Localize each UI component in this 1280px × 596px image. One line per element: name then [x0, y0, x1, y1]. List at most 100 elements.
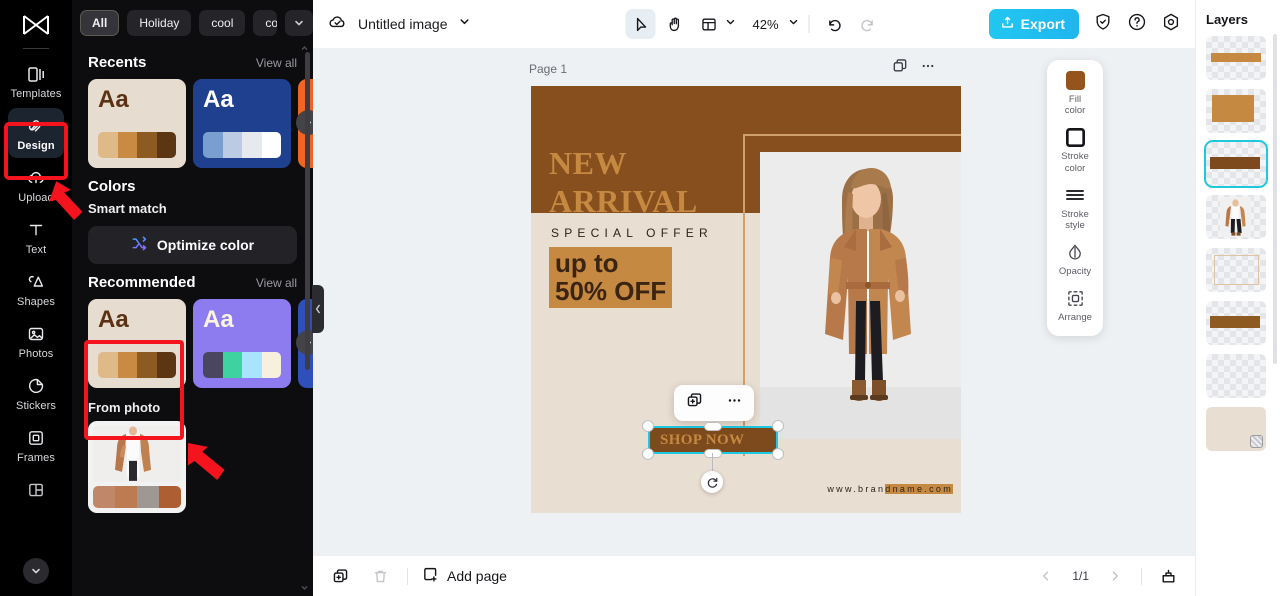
- left-rail: Templates Design Upload Text Shapes Phot…: [0, 0, 72, 596]
- main-area: Untitled image 42% Export Page 1 NEW ARR…: [313, 0, 1195, 596]
- photos-icon: [25, 323, 47, 345]
- chip-cool[interactable]: cool: [199, 10, 246, 36]
- resize-handle-tl[interactable]: [642, 420, 654, 432]
- sidebar-item-photos[interactable]: Photos: [8, 316, 64, 366]
- top-toolbar: Untitled image 42% Export: [313, 0, 1195, 48]
- tool-layout-group[interactable]: [694, 9, 737, 39]
- chip-holiday[interactable]: Holiday: [127, 10, 192, 36]
- sidebar-item-stickers[interactable]: Stickers: [8, 368, 64, 418]
- sidebar-item-frames[interactable]: Frames: [8, 420, 64, 470]
- layer-item[interactable]: [1206, 89, 1266, 133]
- recents-view-all[interactable]: View all: [256, 56, 297, 70]
- redo-button[interactable]: [853, 9, 883, 39]
- stroke-style-control[interactable]: Stroke style: [1049, 185, 1101, 231]
- layer-item[interactable]: [1206, 354, 1266, 398]
- sidebar-item-templates[interactable]: Templates: [8, 56, 64, 106]
- recommended-header: Recommended View all: [72, 264, 313, 299]
- more-horizontal-icon[interactable]: [726, 392, 743, 414]
- chevron-down-icon[interactable]: [725, 15, 737, 33]
- design-icon: [25, 115, 47, 137]
- resize-handle-bl[interactable]: [642, 448, 654, 460]
- optimize-color-button[interactable]: Optimize color: [88, 226, 297, 264]
- next-page-button[interactable]: [1102, 563, 1128, 589]
- sidebar-item-upload[interactable]: Upload: [8, 160, 64, 210]
- zoom-control[interactable]: 42%: [751, 15, 800, 33]
- export-button[interactable]: Export: [988, 9, 1079, 39]
- rotate-handle[interactable]: [701, 471, 723, 493]
- panel-collapse-handle[interactable]: [312, 285, 324, 333]
- chevron-down-icon[interactable]: [788, 15, 800, 33]
- design-headline: NEW ARRIVAL: [549, 145, 698, 221]
- toolbar-divider: [808, 15, 810, 33]
- chevron-down-icon[interactable]: [458, 15, 471, 33]
- topbar-left: Untitled image: [327, 11, 471, 37]
- capcut-logo-icon[interactable]: [16, 10, 56, 40]
- layer-item[interactable]: [1206, 248, 1266, 292]
- palette-swatch-strip: [98, 352, 176, 378]
- palette-card[interactable]: Aa: [88, 299, 186, 388]
- topbar-tools: 42%: [625, 9, 883, 39]
- document-title[interactable]: Untitled image: [358, 16, 448, 32]
- sidebar-item-label: Upload: [18, 192, 54, 204]
- palette-card[interactable]: Aa: [193, 299, 291, 388]
- from-photo-title: From photo: [88, 400, 161, 415]
- design-model-photo[interactable]: [760, 152, 961, 439]
- stroke-style-label-line1: Stroke: [1061, 208, 1089, 220]
- recommended-row: Aa Aa: [88, 299, 313, 388]
- add-page-label: Add page: [447, 568, 507, 584]
- cloud-saved-icon[interactable]: [327, 11, 348, 37]
- fill-color-control[interactable]: Fill color: [1049, 70, 1101, 116]
- resize-handle-tr[interactable]: [772, 420, 784, 432]
- text-icon: [25, 219, 47, 241]
- tool-select-button[interactable]: [625, 9, 656, 39]
- sidebar-item-more-tool[interactable]: [8, 472, 64, 507]
- shield-check-icon[interactable]: [1093, 12, 1113, 37]
- arrange-control[interactable]: Arrange: [1049, 288, 1101, 323]
- resize-handle-bottom[interactable]: [704, 449, 722, 458]
- tool-layout-button[interactable]: [694, 9, 724, 39]
- stroke-color-label-line2: color: [1064, 162, 1086, 174]
- bottom-divider: [407, 567, 408, 585]
- settings-gear-icon[interactable]: [1161, 12, 1181, 37]
- design-discount-badge: up to 50% OFF: [549, 247, 673, 309]
- palette-card[interactable]: Aa: [193, 79, 291, 168]
- layer-item-selected[interactable]: [1204, 140, 1268, 188]
- recommended-view-all[interactable]: View all: [256, 276, 297, 290]
- fill-color-icon: [1065, 70, 1085, 90]
- rail-divider: [23, 48, 49, 49]
- palette-card[interactable]: Aa: [88, 79, 186, 168]
- selected-element-shop-now[interactable]: SHOP NOW: [642, 385, 784, 493]
- opacity-control[interactable]: Opacity: [1049, 242, 1101, 277]
- filter-chip-bar: All Holiday cool con: [72, 0, 313, 44]
- rail-expand-button[interactable]: [23, 558, 49, 584]
- panel-scrollbar[interactable]: [305, 52, 310, 370]
- chips-expand-button[interactable]: [285, 10, 313, 36]
- sidebar-item-design[interactable]: Design: [8, 108, 64, 158]
- colors-title: Colors: [88, 178, 136, 195]
- chip-con[interactable]: con: [253, 10, 277, 36]
- layer-item[interactable]: [1206, 195, 1266, 239]
- more-horizontal-icon[interactable]: [920, 58, 936, 79]
- from-photo-card[interactable]: [88, 421, 186, 513]
- layer-item[interactable]: [1206, 36, 1266, 80]
- layer-item[interactable]: [1206, 301, 1266, 345]
- stroke-color-control[interactable]: Stroke color: [1049, 127, 1101, 174]
- duplicate-icon[interactable]: [686, 392, 703, 414]
- sidebar-item-shapes[interactable]: Shapes: [8, 264, 64, 314]
- chip-all[interactable]: All: [80, 10, 120, 36]
- delete-page-button[interactable]: [367, 563, 393, 589]
- resize-handle-top[interactable]: [704, 422, 722, 431]
- sidebar-item-text[interactable]: Text: [8, 212, 64, 262]
- duplicate-page-icon[interactable]: [892, 58, 908, 79]
- prev-page-button[interactable]: [1033, 563, 1059, 589]
- resize-handle-br[interactable]: [772, 448, 784, 460]
- canvas-area[interactable]: Page 1 NEW ARRIVAL SPECIAL OFFER up to 5…: [313, 48, 1195, 555]
- undo-button[interactable]: [819, 9, 849, 39]
- layer-item-background[interactable]: [1206, 407, 1266, 451]
- tool-hand-button[interactable]: [660, 9, 690, 39]
- help-circle-icon[interactable]: [1127, 12, 1147, 37]
- pages-view-icon[interactable]: [1155, 563, 1181, 589]
- duplicate-page-button[interactable]: [327, 563, 353, 589]
- layers-scrollbar[interactable]: [1273, 34, 1277, 364]
- add-page-button[interactable]: Add page: [422, 566, 507, 586]
